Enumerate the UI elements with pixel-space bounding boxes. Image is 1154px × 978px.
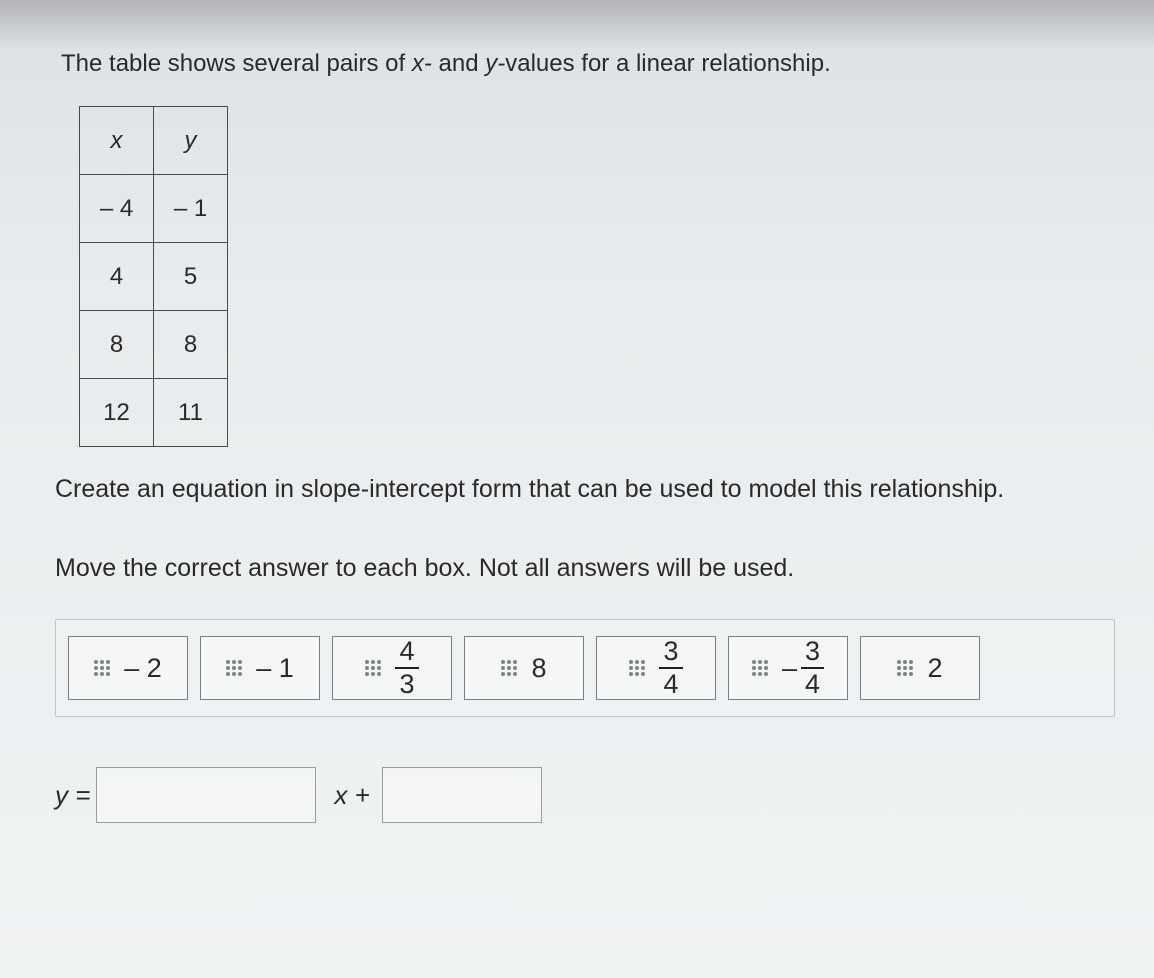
tile-label: 2 [927,653,942,684]
drag-handle-icon [226,660,242,676]
var-x: x- [412,50,432,77]
x-plus-label: x + [334,780,369,811]
drag-handle-icon [752,660,768,676]
table-row: – 4 – 1 [80,175,228,243]
tile-label: – 3 4 [782,638,824,698]
problem-intro: The table shows several pairs of x- and … [61,50,1124,78]
cell-y: 11 [154,379,228,447]
answer-tile-bank: – 2 – 1 4 3 8 3 4 – 3 4 2 [55,619,1115,717]
cell-x: 8 [80,311,154,379]
col-header-y: y [154,107,228,175]
answer-tile-4-3[interactable]: 4 3 [332,636,452,700]
drag-handle-icon [897,660,913,676]
tile-label: 3 4 [659,638,682,698]
drag-handle-icon [365,660,381,676]
tile-label: – 1 [256,653,294,684]
intro-mid: and [432,50,485,77]
table-row: 12 11 [80,379,228,447]
equation-template: y = x + [55,767,1124,823]
intercept-drop-target[interactable] [382,767,542,823]
tile-label: 8 [531,653,546,684]
cell-x: 4 [80,243,154,311]
slope-drop-target[interactable] [96,767,316,823]
drag-handle-icon [94,660,110,676]
table-row: 8 8 [80,311,228,379]
tile-label: – 2 [124,653,162,684]
drag-handle-icon [629,660,645,676]
intro-post: values for a linear relationship. [505,50,831,77]
drag-handle-icon [501,660,517,676]
table-row: 4 5 [80,243,228,311]
intro-pre: The table shows several pairs of [61,50,412,77]
instruction-create: Create an equation in slope-intercept fo… [55,475,1124,504]
answer-tile-neg-3-4[interactable]: – 3 4 [728,636,848,700]
y-equals-label: y = [55,780,90,811]
cell-y: 8 [154,311,228,379]
xy-table: x y – 4 – 1 4 5 8 8 12 11 [79,106,228,447]
answer-tile-3-4[interactable]: 3 4 [596,636,716,700]
var-y: y- [485,50,505,77]
answer-tile-8[interactable]: 8 [464,636,584,700]
answer-tile-neg2[interactable]: – 2 [68,636,188,700]
instruction-move: Move the correct answer to each box. Not… [55,554,1124,583]
cell-y: 5 [154,243,228,311]
cell-y: – 1 [154,175,228,243]
cell-x: – 4 [80,175,154,243]
tile-label: 4 3 [395,638,418,698]
answer-tile-2[interactable]: 2 [860,636,980,700]
col-header-x: x [80,107,154,175]
answer-tile-neg1[interactable]: – 1 [200,636,320,700]
cell-x: 12 [80,379,154,447]
